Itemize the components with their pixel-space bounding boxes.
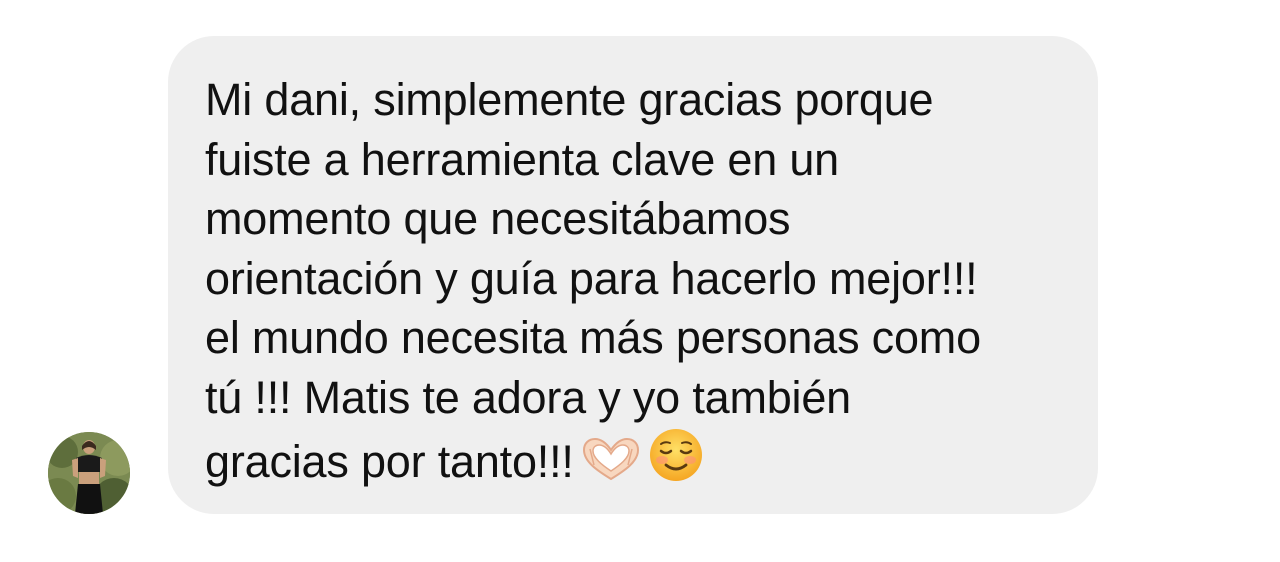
message-text: Mi dani, simplemente gracias porque fuis… xyxy=(205,70,1068,492)
heart-hands-icon xyxy=(580,437,642,483)
chat-area: Mi dani, simplemente gracias porque fuis… xyxy=(0,0,1280,562)
profile-photo xyxy=(48,432,130,514)
message-body: Mi dani, simplemente gracias porque fuis… xyxy=(205,74,981,487)
smiling-face-icon xyxy=(648,427,704,483)
sender-avatar[interactable] xyxy=(48,432,130,514)
message-bubble[interactable]: Mi dani, simplemente gracias porque fuis… xyxy=(168,36,1098,514)
